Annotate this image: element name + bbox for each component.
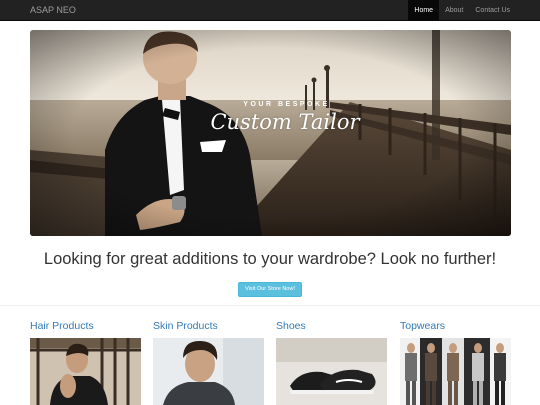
nav-item-home[interactable]: Home bbox=[408, 0, 440, 21]
hero-tagline-script: Custom Tailor bbox=[210, 110, 360, 134]
hero-banner: YOUR BESPOKE Custom Tailor bbox=[30, 30, 511, 236]
navbar: ASAP NEO Home About Contact Us bbox=[0, 0, 540, 21]
brand-link[interactable]: ASAP NEO bbox=[30, 5, 76, 15]
topwears-image[interactable] bbox=[400, 338, 511, 405]
category-card-hair[interactable]: Hair Products bbox=[30, 320, 141, 405]
shoes-image[interactable] bbox=[276, 338, 387, 405]
visit-store-button[interactable]: Visit Our Store Now! bbox=[238, 282, 302, 297]
section-divider bbox=[0, 305, 540, 306]
nav-menu: Home About Contact Us bbox=[408, 0, 516, 21]
hero-tagline-top: YOUR BESPOKE bbox=[243, 101, 330, 108]
category-card-topwears[interactable]: Topwears bbox=[400, 320, 511, 405]
nav-item-about[interactable]: About bbox=[439, 0, 469, 21]
category-card-shoes[interactable]: Shoes bbox=[276, 320, 387, 405]
nav-item-contact[interactable]: Contact Us bbox=[469, 0, 516, 21]
skin-products-image[interactable] bbox=[153, 338, 264, 405]
page-headline: Looking for great additions to your ward… bbox=[43, 250, 497, 268]
category-title-topwears[interactable]: Topwears bbox=[400, 320, 511, 338]
category-title-skin[interactable]: Skin Products bbox=[153, 320, 264, 338]
category-title-hair[interactable]: Hair Products bbox=[30, 320, 141, 338]
category-card-skin[interactable]: Skin Products bbox=[153, 320, 264, 405]
category-title-shoes[interactable]: Shoes bbox=[276, 320, 387, 338]
hair-products-image[interactable] bbox=[30, 338, 141, 405]
